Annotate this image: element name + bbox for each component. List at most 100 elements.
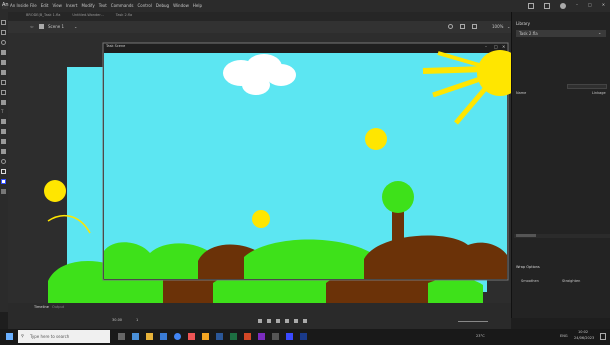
frame-value[interactable]: 1 [136,318,138,323]
gear-icon[interactable] [560,3,566,9]
loop-icon[interactable] [303,319,307,323]
app-icon-orange[interactable] [202,333,209,340]
scene-dropdown-icon[interactable]: ⌄ [74,25,77,29]
excel-icon[interactable] [230,333,237,340]
windows-start-icon[interactable] [6,333,13,340]
app-icon-blue[interactable] [300,333,307,340]
menu-edit[interactable]: Edit [41,4,49,8]
brush-tool-icon[interactable] [1,50,6,55]
zoom-value[interactable]: 100% [492,25,503,29]
clip-icon[interactable] [460,24,465,29]
animate-taskbar-icon[interactable] [286,333,293,340]
line-tool-icon[interactable] [1,90,6,95]
output-tab[interactable]: Output [52,305,64,310]
menu-view[interactable]: View [52,4,62,8]
taskbar-search[interactable]: ⚲ Type here to search [18,330,110,343]
word-icon[interactable] [216,333,223,340]
close-icon[interactable]: ✕ [602,3,605,9]
menu-file[interactable]: File [30,4,37,8]
workspace-icon[interactable] [528,3,534,9]
fps-value[interactable]: 30.00 [112,318,122,323]
chrome-icon[interactable] [174,333,181,340]
teams-icon[interactable] [258,333,265,340]
language-indicator[interactable]: ENG [560,334,568,339]
smoothen-button[interactable]: Smoothen [521,279,539,284]
test-maximize-icon[interactable]: □ [494,45,498,49]
store-icon[interactable] [160,333,167,340]
hand-tool-icon[interactable] [1,149,6,154]
pencil-tool-icon[interactable] [1,60,6,65]
back-arrow-icon[interactable]: ⇦ [30,25,33,29]
library-footer [514,234,610,238]
stage-hill-right [428,277,483,303]
eraser-tool-icon[interactable] [1,139,6,144]
library-doc-select[interactable]: Task 2.fla ⌄ [516,30,606,37]
zoom-dropdown-icon[interactable]: ⌄ [507,25,510,29]
test-close-icon[interactable]: ✕ [502,45,505,49]
rotate-icon[interactable] [472,24,477,29]
doc-tab-3[interactable]: Task 2.fla [116,13,132,18]
scene-name[interactable]: Scene 1 [48,25,64,29]
eyedropper-tool-icon[interactable] [1,129,6,134]
subselect-tool-icon[interactable] [1,30,6,35]
text-tool-icon[interactable]: T [1,110,7,114]
prev-frame-icon[interactable] [267,319,271,323]
library-title[interactable]: Library [516,22,530,26]
stage-area[interactable]: Task Scene – □ ✕ [8,33,511,303]
menu-insert[interactable]: Insert [66,4,77,8]
maximize-icon[interactable]: □ [588,3,592,9]
library-search-input[interactable] [567,84,607,89]
sync-icon[interactable] [544,3,550,9]
menu-window[interactable]: Window [173,4,189,8]
menu-modify[interactable]: Modify [81,4,94,8]
test-movie-window[interactable] [102,42,511,281]
app-icon-grey[interactable] [272,333,279,340]
powerpoint-icon[interactable] [244,333,251,340]
center-stage-icon[interactable] [448,24,453,29]
wrap-options-label[interactable]: Wrap Options [516,265,540,270]
zoom-tool-icon[interactable] [1,159,6,164]
menu-commands[interactable]: Commands [111,4,134,8]
playback-controls [258,319,307,323]
rectangle-tool-icon[interactable] [1,80,6,85]
doc-tab-2[interactable]: Untitled-Wonder... [72,13,103,18]
library-name-header[interactable]: Name [516,91,526,96]
menu-control[interactable]: Control [137,4,151,8]
next-frame-icon[interactable] [285,319,289,323]
menu-text[interactable]: Text [99,4,107,8]
library-tools-icons[interactable] [516,234,536,237]
selection-tool-icon[interactable] [1,20,6,25]
fill-color-icon[interactable] [1,179,6,184]
test-minimize-icon[interactable]: – [485,45,487,49]
document-tabs: BRODE(B_Task 1.fla Untitled-Wonder... Ta… [8,12,511,21]
clock-date[interactable]: 24/06/2023 [574,336,594,341]
clock-time[interactable]: 10:02 [578,330,588,335]
edge-icon[interactable] [132,333,139,340]
edit-bar: ⇦ Scene 1 ⌄ 100% ⌄ [8,21,511,33]
search-icon: ⚲ [21,333,24,338]
play-icon[interactable] [276,319,280,323]
app-icon-red[interactable] [188,333,195,340]
menu-bar: An An Inside File Edit View Insert Modif… [0,0,610,12]
menu-debug[interactable]: Debug [156,4,169,8]
pen-tool-icon[interactable] [1,100,6,105]
first-frame-icon[interactable] [258,319,262,323]
lasso-tool-icon[interactable] [1,40,6,45]
notification-icon[interactable] [600,333,606,340]
stroke-color-icon[interactable] [1,169,6,174]
swap-colors-icon[interactable] [1,189,6,194]
last-frame-icon[interactable] [294,319,298,323]
folder-icon[interactable] [146,333,153,340]
weather-temp[interactable]: 23°C [476,334,485,339]
menu-help[interactable]: Help [193,4,202,8]
task-view-icon[interactable] [118,333,125,340]
bucket-tool-icon[interactable] [1,119,6,124]
doc-tab-1[interactable]: BRODE(B_Task 1.fla [26,13,60,18]
search-placeholder: Type here to search [30,333,70,339]
paint-tool-icon[interactable] [1,70,6,75]
timeline-zoom-slider[interactable] [458,321,488,322]
timeline-tab[interactable]: Timeline [34,305,49,310]
straighten-button[interactable]: Straighten [562,279,580,284]
minimize-icon[interactable]: – [576,3,578,9]
library-linkage-header[interactable]: Linkage [592,91,606,96]
